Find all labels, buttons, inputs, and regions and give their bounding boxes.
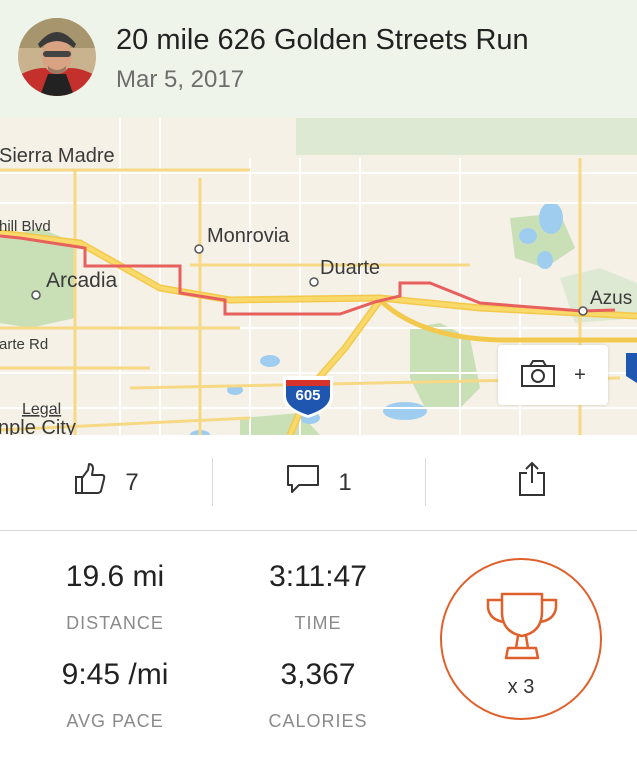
kudos-button[interactable]: 7: [0, 435, 212, 530]
map-label-sierra-madre: Sierra Madre: [0, 145, 115, 167]
avg-pace-value: 9:45 /mi: [61, 658, 169, 691]
water-body: [539, 202, 563, 234]
comment-button[interactable]: 1: [213, 435, 425, 530]
share-icon: [517, 461, 547, 504]
add-photo-button[interactable]: +: [498, 345, 608, 405]
comment-count: 1: [338, 468, 352, 496]
kudos-count: 7: [125, 468, 139, 496]
activity-title[interactable]: 20 mile 626 Golden Streets Run: [116, 24, 529, 57]
achievements-badge[interactable]: x 3: [440, 558, 602, 720]
calories-value: 3,367: [280, 658, 356, 691]
distance-value: 19.6 mi: [65, 560, 165, 593]
camera-icon: [520, 358, 556, 393]
comment-icon: [286, 464, 320, 501]
athlete-avatar[interactable]: [18, 18, 96, 96]
achievement-count: x 3: [507, 676, 535, 698]
map-label-legal: Legal: [22, 401, 61, 418]
activity-header: 20 mile 626 Golden Streets Run Mar 5, 20…: [0, 0, 637, 118]
time-label: TIME: [294, 613, 342, 633]
avg-pace-label: AVG PACE: [66, 711, 164, 731]
activity-date: Mar 5, 2017: [116, 66, 245, 93]
calories-label: CALORIES: [268, 711, 368, 731]
i605-label: 605: [295, 387, 320, 404]
map-label-arcadia: Arcadia: [46, 269, 118, 292]
trophy-icon: [482, 590, 562, 671]
action-bar: 7 1: [0, 435, 637, 530]
divider: [0, 530, 637, 531]
map-label-monrovia: Monrovia: [207, 225, 290, 247]
map-label-temple-city: nple City: [0, 417, 76, 435]
map-label-arte-rd: arte Rd: [0, 336, 48, 353]
plus-icon: +: [574, 363, 586, 386]
map-label-hill-blvd: hill Blvd: [0, 218, 51, 235]
time-value: 3:11:47: [269, 560, 367, 593]
map-label-azusa: Azus: [590, 288, 632, 309]
share-button[interactable]: [426, 435, 637, 530]
distance-label: DISTANCE: [66, 613, 164, 633]
map-label-duarte: Duarte: [320, 257, 380, 279]
thumbs-up-icon: [73, 462, 107, 503]
